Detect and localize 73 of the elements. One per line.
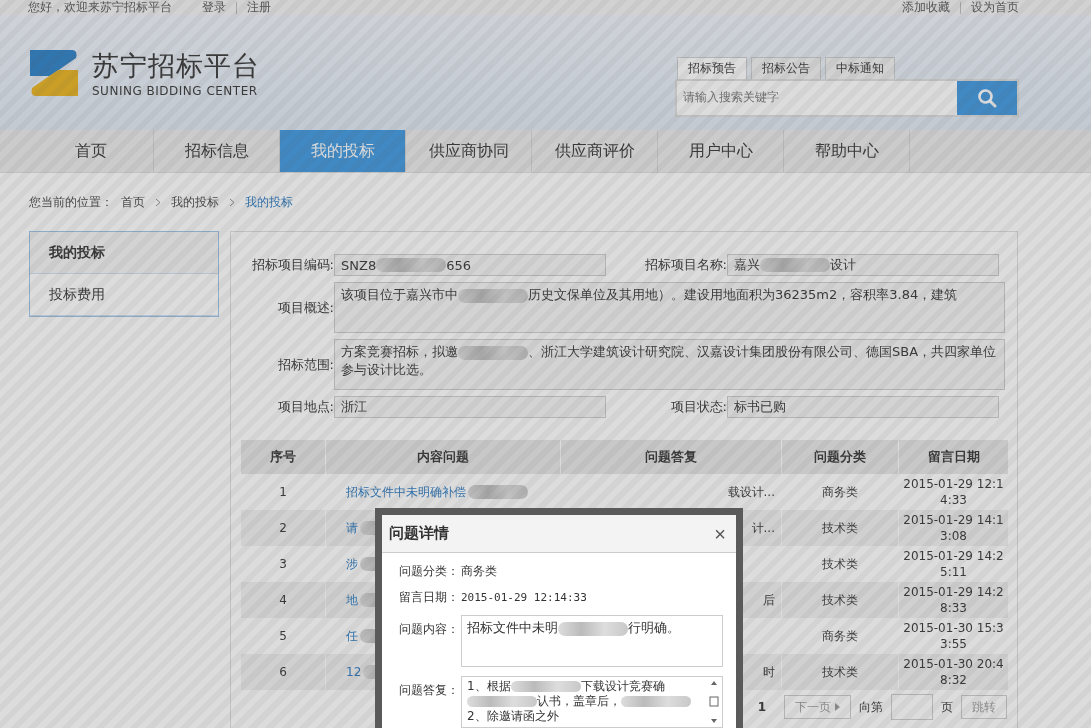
sidebar-item[interactable]: 投标费用 xyxy=(30,274,218,316)
table-cell: 2015-01-29 14:13:08 xyxy=(898,510,1009,546)
caret-icon xyxy=(835,703,840,711)
question-link[interactable]: 地 xyxy=(346,591,358,609)
column-header: 留言日期 xyxy=(898,440,1009,474)
table-cell: 4 xyxy=(241,582,326,618)
search-field[interactable]: 请输入搜索关键字 xyxy=(675,78,1019,117)
question-link[interactable]: 涉 xyxy=(346,555,358,573)
nav-tab[interactable]: 首页 xyxy=(28,130,154,172)
field-label: 问题内容： xyxy=(399,621,460,638)
field-label: 问题答复： xyxy=(399,682,460,699)
topbar-link[interactable]: 设为首页 xyxy=(971,0,1019,16)
search-icon xyxy=(977,87,997,108)
text-area: 该项目位于嘉兴市中 历史文保单位及其用地）。建设用地面积为36235m2，容积率3.84，建筑 xyxy=(334,282,1005,333)
search-tab[interactable]: 中标通知 xyxy=(825,56,895,79)
column-header: 序号 xyxy=(241,440,326,474)
field-label: 项目状态: xyxy=(669,398,727,416)
logo-subtitle: SUNING BIDDING CENTER xyxy=(92,83,259,98)
table-cell: 6 xyxy=(241,654,326,690)
table-cell: 技术类 xyxy=(781,582,899,618)
search-tab[interactable]: 招标公告 xyxy=(751,56,821,79)
nav-tab[interactable]: 供应商评价 xyxy=(532,130,658,172)
topbar-link[interactable]: 注册 xyxy=(247,0,271,16)
table-cell: 技术类 xyxy=(781,510,899,546)
scrollbar-icon xyxy=(708,679,720,725)
field-label: 问题分类： xyxy=(399,563,460,580)
logo-title: 苏宁招标平台 xyxy=(92,48,260,83)
page-number[interactable]: 1 xyxy=(757,700,766,714)
question-link[interactable]: 招标文件中未明确补偿 xyxy=(346,483,466,501)
breadcrumb-link[interactable]: 我的投标 xyxy=(245,193,293,211)
breadcrumb-label: 您当前的位置： xyxy=(29,193,113,211)
field-value: 商务类 xyxy=(461,563,497,580)
breadcrumb-link[interactable]: 首页 xyxy=(121,193,145,211)
nav-tab[interactable]: 帮助中心 xyxy=(784,130,910,172)
text-area: 招标文件中未明 行明确。 xyxy=(461,615,723,667)
close-button[interactable]: × xyxy=(712,523,728,544)
table-cell: 2015-01-29 14:28:33 xyxy=(898,582,1009,618)
logo-icon xyxy=(28,47,80,98)
search-tab[interactable]: 招标预告 xyxy=(677,56,747,79)
chevron-icon xyxy=(229,197,235,207)
chevron-icon xyxy=(155,197,161,207)
field-value: 2015-01-29 12:14:33 xyxy=(461,591,587,604)
page-input[interactable] xyxy=(891,694,933,720)
table-cell: 时 xyxy=(763,664,775,679)
field-label: 招标项目名称: xyxy=(643,256,727,274)
search-button[interactable] xyxy=(957,80,1017,115)
field-label: 留言日期： xyxy=(399,589,460,606)
field-label: 项目概述: xyxy=(276,298,334,317)
pager-label: 向第 xyxy=(859,698,883,716)
text-area: 方案竞赛招标，拟邀 、浙江大学建筑设计研究院、汉嘉设计集团股份有限公司、德国SBA，共四家单位参与设计比选。 xyxy=(334,339,1005,390)
nav-tab[interactable]: 供应商协同 xyxy=(406,130,532,172)
column-header: 问题分类 xyxy=(781,440,899,474)
text-area: 1、根据 下载设计竞赛确 认书，盖章后， 2、除邀请函之外 xyxy=(461,676,723,728)
table-cell: 2015-01-30 20:48:32 xyxy=(898,654,1009,690)
breadcrumb-link[interactable]: 我的投标 xyxy=(171,193,219,211)
question-link[interactable]: 任 xyxy=(346,627,358,645)
nav-tab[interactable]: 用户中心 xyxy=(658,130,784,172)
field-label: 招标项目编码: xyxy=(250,256,334,274)
table-cell: 计... xyxy=(751,520,775,535)
sidebar-item[interactable]: 我的投标 xyxy=(30,232,218,274)
column-header: 内容问题 xyxy=(325,440,561,474)
field-label: 招标范围: xyxy=(276,355,334,374)
table-cell: 载设计... xyxy=(727,484,775,499)
column-header: 问题答复 xyxy=(560,440,782,474)
table-cell: 后 xyxy=(763,592,775,607)
topbar-link[interactable]: 添加收藏 xyxy=(902,0,950,16)
topbar-link[interactable]: 登录 xyxy=(202,0,226,16)
table-cell: 2 xyxy=(241,510,326,546)
dialog-title: 问题详情 xyxy=(389,524,449,543)
table-cell: 技术类 xyxy=(781,654,899,690)
pager-label: 页 xyxy=(941,698,953,716)
welcome-text: 您好，欢迎来苏宁招标平台 xyxy=(28,0,172,16)
field-label: 项目地点: xyxy=(276,398,334,416)
